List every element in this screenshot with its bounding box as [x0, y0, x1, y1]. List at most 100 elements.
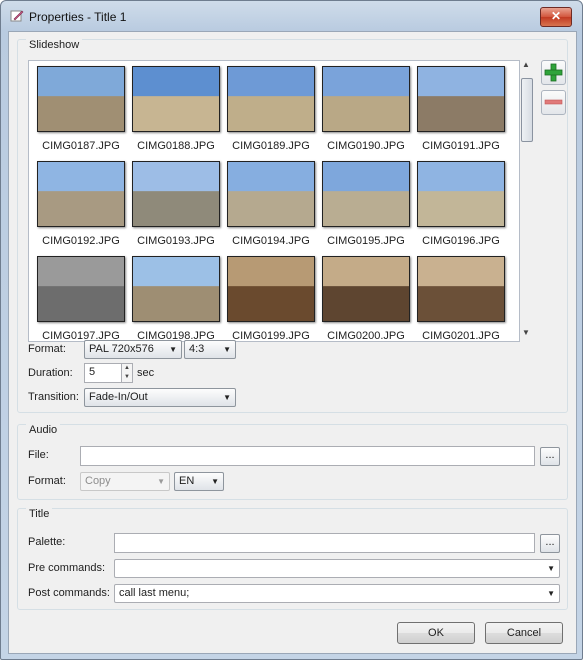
image-thumbnail[interactable]: CIMG0195.JPG	[322, 161, 414, 249]
palette-browse-button[interactable]: ...	[540, 534, 560, 553]
image-thumbnail[interactable]: CIMG0196.JPG	[417, 161, 509, 249]
image-thumbnail[interactable]: CIMG0193.JPG	[132, 161, 224, 249]
image-filename: CIMG0199.JPG	[232, 330, 310, 342]
image-list-scrollbar[interactable]: ▲ ▼	[519, 60, 533, 341]
aspect-ratio-select[interactable]: 4:3 ▼	[184, 340, 236, 359]
post-commands-label: Post commands:	[28, 587, 110, 599]
photo-image	[322, 256, 410, 322]
aspect-ratio-value: 4:3	[189, 343, 205, 355]
image-thumbnail[interactable]: CIMG0197.JPG	[37, 256, 129, 341]
format-label: Format:	[28, 343, 66, 355]
chevron-down-icon: ▼	[211, 477, 219, 486]
slideshow-group: Slideshow CIMG0187.JPG CIMG0188.JPG CIMG01…	[17, 39, 568, 413]
photo-image	[37, 66, 125, 132]
chevron-down-icon: ▼	[547, 589, 555, 598]
photo-image	[37, 256, 125, 322]
scroll-up-icon[interactable]: ▲	[519, 60, 533, 72]
image-thumbnail[interactable]: CIMG0194.JPG	[227, 161, 319, 249]
video-format-value: PAL 720x576	[89, 343, 154, 355]
audio-language-select[interactable]: EN ▼	[174, 472, 224, 491]
dialog-client: Slideshow CIMG0187.JPG CIMG0188.JPG CIMG01…	[8, 31, 577, 654]
properties-window: Properties - Title 1 ✕ Slideshow CIMG018…	[0, 0, 583, 660]
window-title: Properties - Title 1	[29, 10, 127, 24]
image-thumbnail[interactable]: CIMG0200.JPG	[322, 256, 414, 341]
image-thumbnail[interactable]: CIMG0199.JPG	[227, 256, 319, 341]
image-thumbnail[interactable]: CIMG0189.JPG	[227, 66, 319, 154]
audio-format-select[interactable]: Copy ▼	[80, 472, 170, 491]
photo-image	[227, 66, 315, 132]
post-commands-select[interactable]: call last menu; ▼	[114, 584, 560, 603]
image-thumbnail[interactable]: CIMG0201.JPG	[417, 256, 509, 341]
palette-label: Palette:	[28, 536, 66, 548]
add-image-button[interactable]	[541, 60, 566, 85]
palette-input[interactable]	[114, 533, 535, 553]
ok-button[interactable]: OK	[397, 622, 475, 644]
audio-group-label: Audio	[26, 424, 61, 436]
photo-image	[132, 256, 220, 322]
photo-image	[132, 66, 220, 132]
image-filename: CIMG0201.JPG	[422, 330, 500, 342]
audio-file-input[interactable]	[80, 446, 535, 466]
image-thumbnail[interactable]: CIMG0198.JPG	[132, 256, 224, 341]
image-thumbnail[interactable]: CIMG0192.JPG	[37, 161, 129, 249]
image-filename: CIMG0192.JPG	[42, 235, 120, 247]
image-thumbnail[interactable]: CIMG0190.JPG	[322, 66, 414, 154]
image-thumbnail[interactable]: CIMG0187.JPG	[37, 66, 129, 154]
image-filename: CIMG0191.JPG	[422, 140, 500, 152]
image-filename: CIMG0187.JPG	[42, 140, 120, 152]
plus-icon	[544, 63, 563, 82]
scroll-down-icon[interactable]: ▼	[519, 328, 533, 340]
slideshow-group-label: Slideshow	[26, 39, 83, 51]
audio-file-label: File:	[28, 449, 49, 461]
chevron-down-icon: ▼	[223, 393, 231, 402]
remove-image-button[interactable]	[541, 90, 566, 115]
transition-value: Fade-In/Out	[89, 391, 148, 403]
image-thumbnail[interactable]: CIMG0191.JPG	[417, 66, 509, 154]
audio-format-value: Copy	[85, 475, 111, 487]
photo-image	[37, 161, 125, 227]
post-commands-value: call last menu;	[119, 587, 190, 599]
photo-image	[417, 161, 505, 227]
image-list[interactable]: CIMG0187.JPG CIMG0188.JPG CIMG0189.JPG CIMG…	[28, 60, 520, 342]
transition-select[interactable]: Fade-In/Out ▼	[84, 388, 236, 407]
close-button[interactable]: ✕	[540, 7, 572, 27]
audio-format-label: Format:	[28, 475, 66, 487]
pre-commands-select[interactable]: ▼	[114, 559, 560, 578]
photo-image	[227, 256, 315, 322]
title-group-label: Title	[26, 508, 53, 520]
pencil-icon	[10, 10, 24, 22]
image-filename: CIMG0190.JPG	[327, 140, 405, 152]
image-filename: CIMG0195.JPG	[327, 235, 405, 247]
pre-commands-label: Pre commands:	[28, 562, 106, 574]
stepper-up-icon[interactable]: ▲	[122, 364, 132, 373]
image-filename: CIMG0193.JPG	[137, 235, 215, 247]
photo-image	[322, 161, 410, 227]
chevron-down-icon: ▼	[157, 477, 165, 486]
image-filename: CIMG0194.JPG	[232, 235, 310, 247]
image-thumbnail[interactable]: CIMG0188.JPG	[132, 66, 224, 154]
image-filename: CIMG0196.JPG	[422, 235, 500, 247]
photo-image	[227, 161, 315, 227]
photo-image	[417, 256, 505, 322]
duration-label: Duration:	[28, 367, 73, 379]
cancel-button[interactable]: Cancel	[485, 622, 563, 644]
scroll-thumb[interactable]	[521, 78, 533, 142]
duration-unit: sec	[137, 367, 155, 379]
chevron-down-icon: ▼	[223, 345, 231, 354]
title-group: Title Palette: ... Pre commands: ▼ Post …	[17, 508, 568, 610]
duration-value: 5	[89, 366, 96, 378]
chevron-down-icon: ▼	[169, 345, 177, 354]
photo-image	[322, 66, 410, 132]
video-format-select[interactable]: PAL 720x576 ▼	[84, 340, 182, 359]
audio-browse-button[interactable]: ...	[540, 447, 560, 466]
transition-label: Transition:	[28, 391, 79, 403]
duration-stepper[interactable]: ▲ ▼	[121, 363, 133, 383]
photo-image	[417, 66, 505, 132]
duration-input[interactable]: 5	[84, 363, 122, 383]
stepper-down-icon[interactable]: ▼	[122, 373, 132, 382]
photo-image	[132, 161, 220, 227]
image-filename: CIMG0188.JPG	[137, 140, 215, 152]
image-filename: CIMG0189.JPG	[232, 140, 310, 152]
minus-icon	[544, 99, 563, 105]
chevron-down-icon: ▼	[547, 564, 555, 573]
